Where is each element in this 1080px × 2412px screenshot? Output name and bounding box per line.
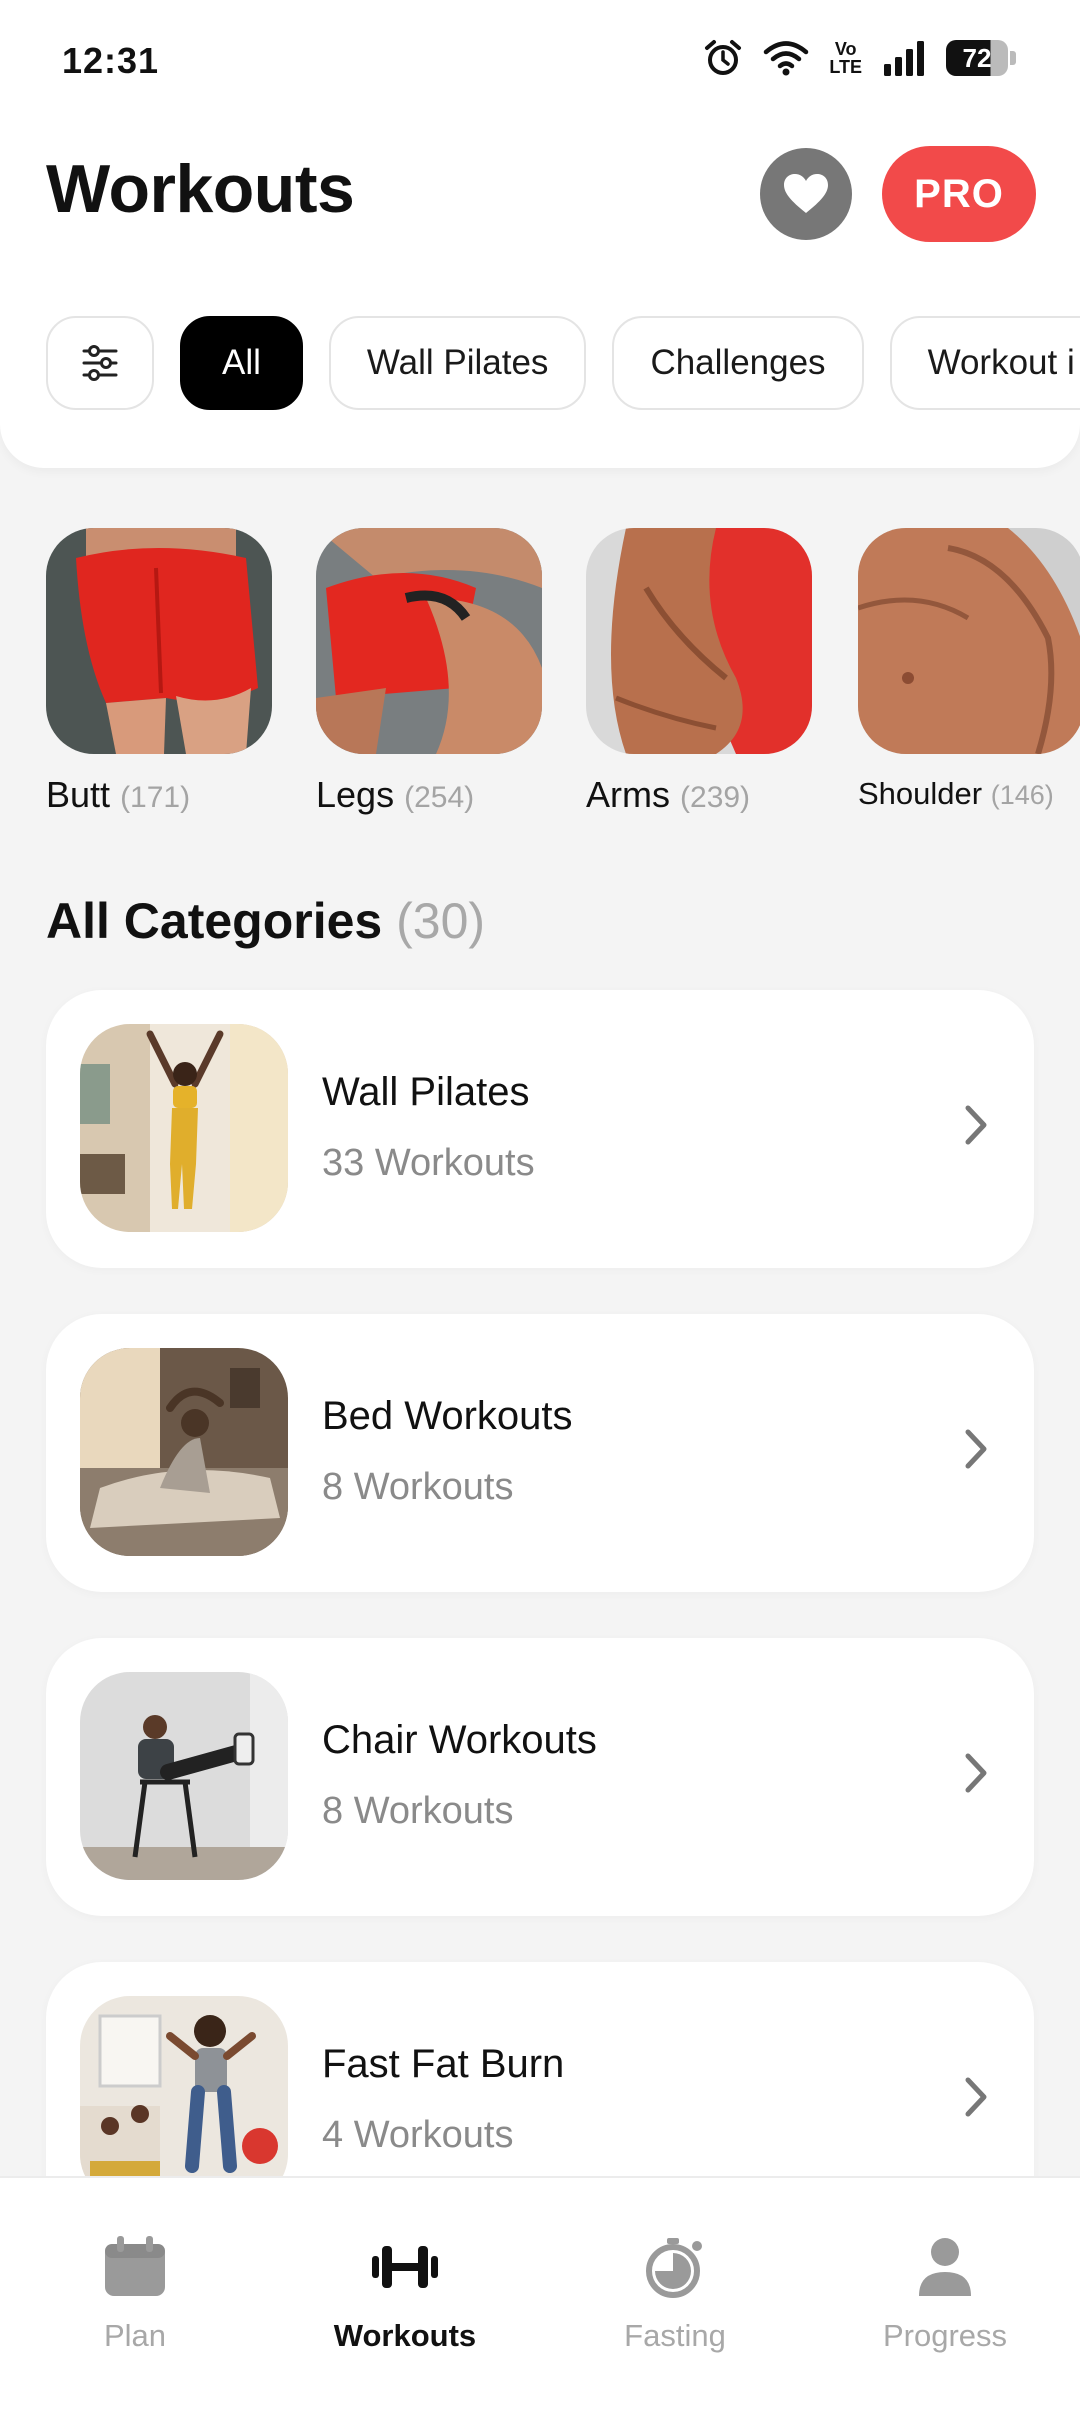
category-workout-count: 33 Workouts bbox=[322, 1142, 535, 1184]
part-name: Arms bbox=[586, 774, 670, 815]
category-workout-count: 8 Workouts bbox=[322, 1466, 514, 1508]
body-part-legs[interactable]: Legs (254) bbox=[316, 528, 542, 816]
category-workout-count: 4 Workouts bbox=[322, 2114, 514, 2156]
pro-button[interactable]: PRO bbox=[882, 146, 1036, 242]
status-icons: Vo LTE 72 bbox=[703, 38, 1016, 78]
body-part-butt[interactable]: Butt (171) bbox=[46, 528, 272, 816]
part-count: (146) bbox=[990, 780, 1054, 810]
part-name: Butt bbox=[46, 774, 111, 815]
body-parts-row: Butt (171) Legs (254) Arms (239) Shoulde… bbox=[46, 528, 1080, 828]
wifi-icon bbox=[764, 41, 809, 76]
body-part-arms[interactable]: Arms (239) bbox=[586, 528, 812, 816]
calendar-icon bbox=[105, 2236, 165, 2296]
chair-workouts-thumbnail bbox=[80, 1672, 288, 1880]
part-count: (171) bbox=[120, 781, 191, 814]
fast-fat-burn-thumbnail bbox=[80, 1996, 288, 2204]
status-time: 12:31 bbox=[62, 40, 160, 81]
part-count: (239) bbox=[680, 781, 751, 814]
shoulder-thumbnail bbox=[858, 528, 1080, 754]
chip-workout-in[interactable]: Workout i bbox=[889, 316, 1080, 410]
person-icon bbox=[919, 2238, 971, 2296]
body-part-label: Legs (254) bbox=[316, 774, 542, 816]
part-count: (254) bbox=[404, 781, 475, 814]
nav-progress[interactable]: Progress bbox=[810, 2178, 1080, 2412]
part-name: Legs bbox=[316, 774, 395, 815]
category-workout-count: 8 Workouts bbox=[322, 1790, 514, 1832]
alarm-icon bbox=[705, 40, 742, 75]
nav-label: Progress bbox=[882, 2318, 1008, 2353]
category-title: Bed Workouts bbox=[322, 1394, 573, 1438]
chevron-right-icon bbox=[965, 1753, 987, 1793]
heart-icon bbox=[784, 174, 828, 213]
category-title: Wall Pilates bbox=[322, 1070, 530, 1114]
categories-heading: All Categories (30) bbox=[46, 892, 485, 950]
volte-icon: Vo LTE bbox=[829, 40, 862, 76]
nav-workouts[interactable]: Workouts bbox=[270, 2178, 540, 2412]
category-title: Chair Workouts bbox=[322, 1718, 597, 1762]
stopwatch-icon bbox=[646, 2238, 702, 2298]
categories-count: (30) bbox=[396, 893, 486, 949]
filter-chips: All Wall Pilates Challenges Workout i bbox=[46, 316, 1080, 410]
chip-wall-pilates[interactable]: Wall Pilates bbox=[328, 316, 587, 410]
bed-workouts-thumbnail bbox=[80, 1348, 288, 1556]
legs-thumbnail bbox=[316, 528, 542, 754]
nav-label: Fasting bbox=[624, 2318, 726, 2353]
arms-thumbnail bbox=[586, 528, 812, 754]
category-card-wall-pilates[interactable]: Wall Pilates 33 Workouts bbox=[46, 990, 1034, 1268]
categories-title: All Categories bbox=[46, 893, 383, 949]
chevron-right-icon bbox=[965, 1105, 987, 1145]
signal-icon bbox=[884, 41, 924, 76]
part-name: Shoulder bbox=[858, 776, 983, 811]
butt-thumbnail bbox=[46, 528, 272, 754]
body-part-label: Butt (171) bbox=[46, 774, 272, 816]
favorites-button[interactable] bbox=[760, 148, 852, 240]
volte-bottom: LTE bbox=[829, 57, 862, 77]
nav-label: Plan bbox=[103, 2318, 167, 2353]
page-title: Workouts bbox=[46, 151, 355, 227]
category-card-chair-workouts[interactable]: Chair Workouts 8 Workouts bbox=[46, 1638, 1034, 1916]
battery-tip bbox=[1010, 51, 1016, 65]
wall-pilates-thumbnail bbox=[80, 1024, 288, 1232]
sliders-icon bbox=[82, 345, 118, 381]
body-part-label: Arms (239) bbox=[586, 774, 812, 816]
status-bar: 12:31 Vo LTE 72 bbox=[0, 0, 1080, 120]
chevron-right-icon bbox=[965, 1429, 987, 1469]
nav-label: Workouts bbox=[333, 2318, 477, 2353]
category-title: Fast Fat Burn bbox=[322, 2042, 565, 2086]
category-card-bed-workouts[interactable]: Bed Workouts 8 Workouts bbox=[46, 1314, 1034, 1592]
dumbbell-icon bbox=[372, 2246, 438, 2288]
app-root: 12:31 Vo LTE 72 Workouts PRO All Wall Pi… bbox=[0, 0, 1080, 2412]
battery-icon: 72 bbox=[946, 40, 1008, 76]
chevron-right-icon bbox=[965, 2077, 987, 2117]
bottom-navigation: Plan Workouts Fasting Progress bbox=[0, 2176, 1080, 2412]
filter-settings-button[interactable] bbox=[46, 316, 154, 410]
chip-challenges[interactable]: Challenges bbox=[612, 316, 864, 410]
volte-top: Vo bbox=[834, 39, 857, 59]
body-part-shoulder[interactable]: Shoulder (146) bbox=[858, 528, 1080, 812]
chip-all[interactable]: All bbox=[180, 316, 303, 410]
body-part-label: Shoulder (146) bbox=[858, 776, 1080, 812]
nav-plan[interactable]: Plan bbox=[0, 2178, 270, 2412]
nav-fasting[interactable]: Fasting bbox=[540, 2178, 810, 2412]
